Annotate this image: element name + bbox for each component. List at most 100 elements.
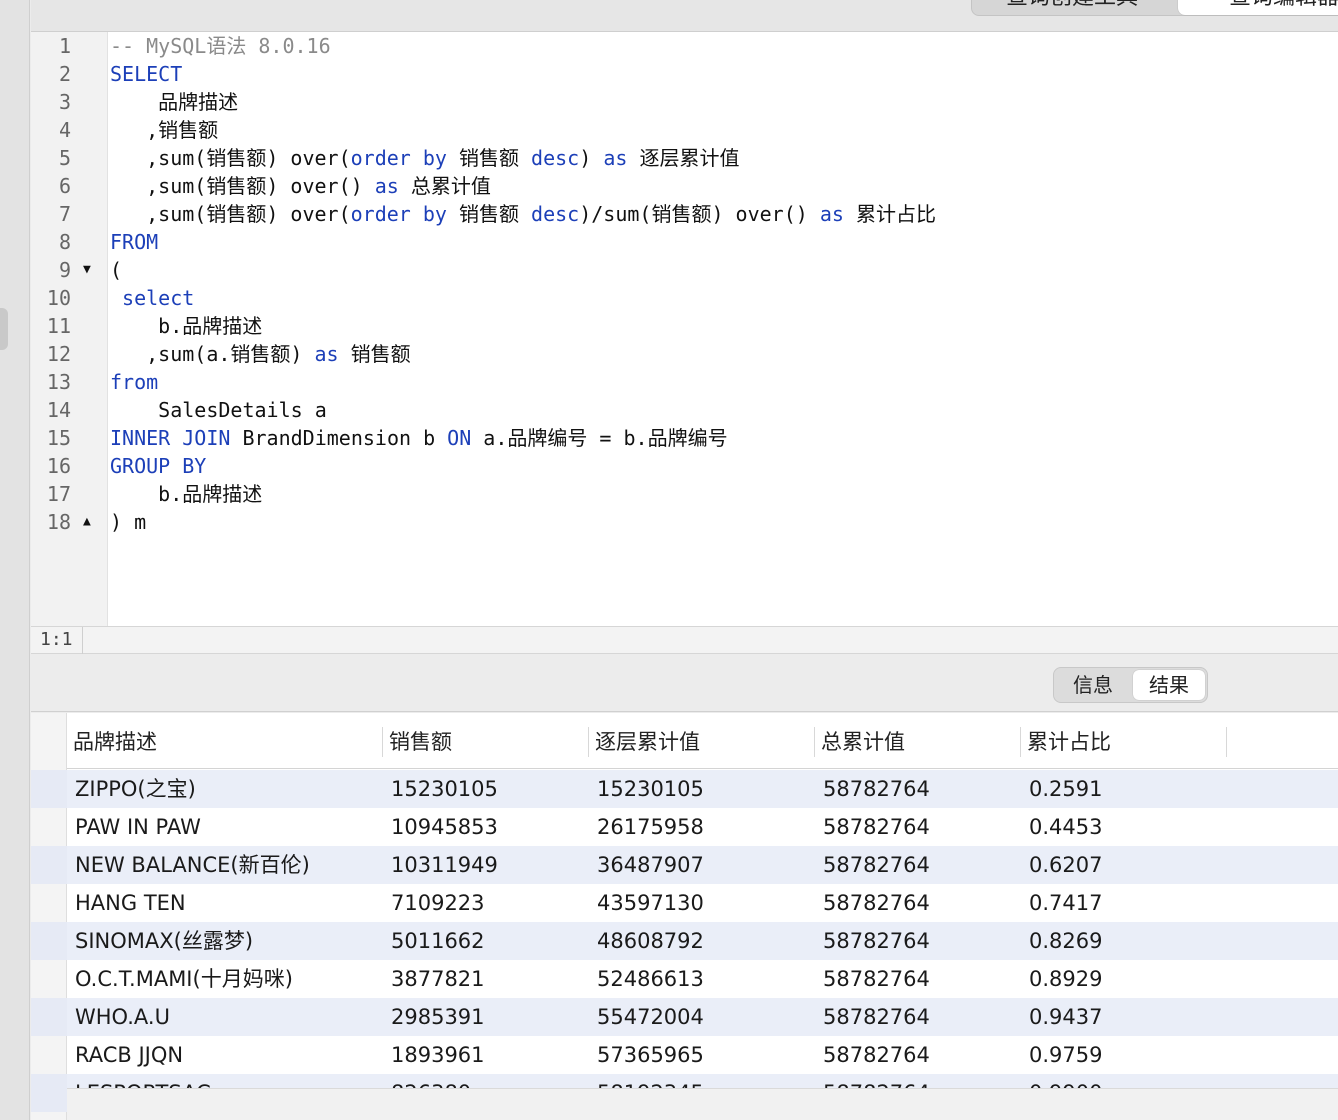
- row-header-cell[interactable]: [31, 998, 67, 1036]
- table-cell[interactable]: 0.8269: [1021, 922, 1227, 960]
- row-header-cell[interactable]: [31, 808, 67, 846]
- row-header-cell[interactable]: [31, 846, 67, 884]
- table-cell[interactable]: 10311949: [383, 846, 589, 884]
- table-cell[interactable]: O.C.T.MAMI(十月妈咪): [67, 960, 383, 998]
- sql-code-editor[interactable]: 1 -- MySQL语法 8.0.16 2 SELECT 3 品牌描述 4 ,销售额 5 ,…: [31, 32, 1338, 626]
- table-cell[interactable]: ZIPPO(之宝): [67, 770, 383, 808]
- code-line[interactable]: 17 b.品牌描述: [31, 480, 1338, 508]
- table-cell[interactable]: 58782764: [815, 922, 1021, 960]
- sql-token: 销售额: [446, 202, 532, 226]
- sql-token: ,sum(销售额) over(: [110, 202, 351, 226]
- horizontal-scrollbar[interactable]: [67, 1088, 1338, 1120]
- table-row[interactable]: ZIPPO(之宝) 15230105 15230105 58782764 0.2591: [67, 770, 1338, 808]
- code-line[interactable]: 8 FROM: [31, 228, 1338, 256]
- table-cell[interactable]: 58782764: [815, 770, 1021, 808]
- table-cell[interactable]: 3877821: [383, 960, 589, 998]
- table-row[interactable]: PAW IN PAW 10945853 26175958 58782764 0.4453: [67, 808, 1338, 846]
- table-cell[interactable]: 0.7417: [1021, 884, 1227, 922]
- table-cell[interactable]: 0.9759: [1021, 1036, 1227, 1074]
- row-header-column: [31, 713, 67, 1120]
- code-line[interactable]: 14 SalesDetails a: [31, 396, 1338, 424]
- code-line[interactable]: 7 ,sum(销售额) over(order by 销售额 desc)/sum(…: [31, 200, 1338, 228]
- tab-info[interactable]: 信息: [1056, 670, 1130, 700]
- table-cell[interactable]: 36487907: [589, 846, 815, 884]
- sql-token: ): [579, 146, 604, 170]
- row-header-cell[interactable]: [31, 960, 67, 998]
- column-header[interactable]: 累计占比: [1021, 727, 1227, 757]
- code-line[interactable]: 2 SELECT: [31, 60, 1338, 88]
- code-line[interactable]: 12 ,sum(a.销售额) as 销售额: [31, 340, 1338, 368]
- sql-keyword: SELECT: [110, 62, 183, 86]
- sidebar-toggle-handle[interactable]: [0, 308, 8, 350]
- table-cell[interactable]: 1893961: [383, 1036, 589, 1074]
- table-cell[interactable]: 5011662: [383, 922, 589, 960]
- row-header-cell[interactable]: [31, 1036, 67, 1074]
- code-line[interactable]: 6 ,sum(销售额) over() as 总累计值: [31, 172, 1338, 200]
- table-row[interactable]: WHO.A.U 2985391 55472004 58782764 0.9437: [67, 998, 1338, 1036]
- table-cell[interactable]: RACB JJQN: [67, 1036, 383, 1074]
- line-number: 14: [46, 398, 71, 422]
- table-cell[interactable]: 0.8929: [1021, 960, 1227, 998]
- table-cell[interactable]: 0.6207: [1021, 846, 1227, 884]
- line-number: 8: [58, 230, 71, 254]
- code-line[interactable]: 13 from: [31, 368, 1338, 396]
- table-cell[interactable]: 58782764: [815, 884, 1021, 922]
- fold-end-icon[interactable]: ▲: [83, 508, 91, 536]
- table-row[interactable]: O.C.T.MAMI(十月妈咪) 3877821 52486613 58782764 0…: [67, 960, 1338, 998]
- table-cell[interactable]: 57365965: [589, 1036, 815, 1074]
- tab-query-builder[interactable]: 查询创建工具: [972, 0, 1172, 15]
- table-cell[interactable]: 0.2591: [1021, 770, 1227, 808]
- table-cell[interactable]: 58782764: [815, 846, 1021, 884]
- table-cell[interactable]: PAW IN PAW: [67, 808, 383, 846]
- table-cell[interactable]: 58782764: [815, 808, 1021, 846]
- table-row[interactable]: RACB JJQN 1893961 57365965 58782764 0.9759: [67, 1036, 1338, 1074]
- code-line[interactable]: 4 ,销售额: [31, 116, 1338, 144]
- table-cell[interactable]: 48608792: [589, 922, 815, 960]
- table-cell[interactable]: WHO.A.U: [67, 998, 383, 1036]
- tab-query-editor[interactable]: 查询编辑器: [1178, 0, 1338, 15]
- column-header[interactable]: 销售额: [383, 727, 589, 757]
- code-line[interactable]: 15 INNER JOIN BrandDimension b ON a.品牌编号 …: [31, 424, 1338, 452]
- code-line[interactable]: 5 ,sum(销售额) over(order by 销售额 desc) as 逐…: [31, 144, 1338, 172]
- table-cell[interactable]: SINOMAX(丝露梦): [67, 922, 383, 960]
- table-cell[interactable]: 15230105: [383, 770, 589, 808]
- row-header-cell[interactable]: [31, 1074, 67, 1112]
- code-line[interactable]: 3 品牌描述: [31, 88, 1338, 116]
- table-cell[interactable]: 43597130: [589, 884, 815, 922]
- table-cell[interactable]: HANG TEN: [67, 884, 383, 922]
- fold-collapse-icon[interactable]: ▼: [83, 256, 91, 284]
- code-line[interactable]: 10 select: [31, 284, 1338, 312]
- tab-result[interactable]: 结果: [1133, 670, 1205, 700]
- table-cell[interactable]: 15230105: [589, 770, 815, 808]
- table-cell[interactable]: 58782764: [815, 960, 1021, 998]
- table-cell[interactable]: 7109223: [383, 884, 589, 922]
- column-header[interactable]: 逐层累计值: [589, 727, 815, 757]
- table-cell[interactable]: 55472004: [589, 998, 815, 1036]
- code-line[interactable]: 11 b.品牌描述: [31, 312, 1338, 340]
- table-cell[interactable]: 10945853: [383, 808, 589, 846]
- sql-keyword: as: [374, 174, 399, 198]
- code-line[interactable]: 9 ▼ (: [31, 256, 1338, 284]
- table-cell[interactable]: 58782764: [815, 998, 1021, 1036]
- code-line[interactable]: 16 GROUP BY: [31, 452, 1338, 480]
- sql-token: 逐层累计值: [627, 146, 740, 170]
- table-cell[interactable]: NEW BALANCE(新百伦): [67, 846, 383, 884]
- column-header[interactable]: 品牌描述: [67, 727, 383, 757]
- table-cell[interactable]: 52486613: [589, 960, 815, 998]
- table-cell[interactable]: 0.4453: [1021, 808, 1227, 846]
- table-cell[interactable]: 58782764: [815, 1036, 1021, 1074]
- table-row[interactable]: NEW BALANCE(新百伦) 10311949 36487907 58782764…: [67, 846, 1338, 884]
- table-cell[interactable]: 26175958: [589, 808, 815, 846]
- table-cell[interactable]: 0.9437: [1021, 998, 1227, 1036]
- column-header[interactable]: 总累计值: [815, 727, 1021, 757]
- code-line[interactable]: 18 ▲) m: [31, 508, 1338, 536]
- row-header-cell[interactable]: [31, 922, 67, 960]
- table-row[interactable]: HANG TEN 7109223 43597130 58782764 0.7417: [67, 884, 1338, 922]
- table-cell[interactable]: 2985391: [383, 998, 589, 1036]
- result-grid[interactable]: 品牌描述 销售额 逐层累计值 总累计值 累计占比 ZIPPO(之宝) 15230105 15…: [31, 713, 1338, 1120]
- row-header-cell[interactable]: [31, 884, 67, 922]
- sql-keyword: ON: [447, 426, 472, 450]
- table-row[interactable]: SINOMAX(丝露梦) 5011662 48608792 58782764 0.826…: [67, 922, 1338, 960]
- row-header-cell[interactable]: [31, 770, 67, 808]
- code-line[interactable]: 1 -- MySQL语法 8.0.16: [31, 32, 1338, 60]
